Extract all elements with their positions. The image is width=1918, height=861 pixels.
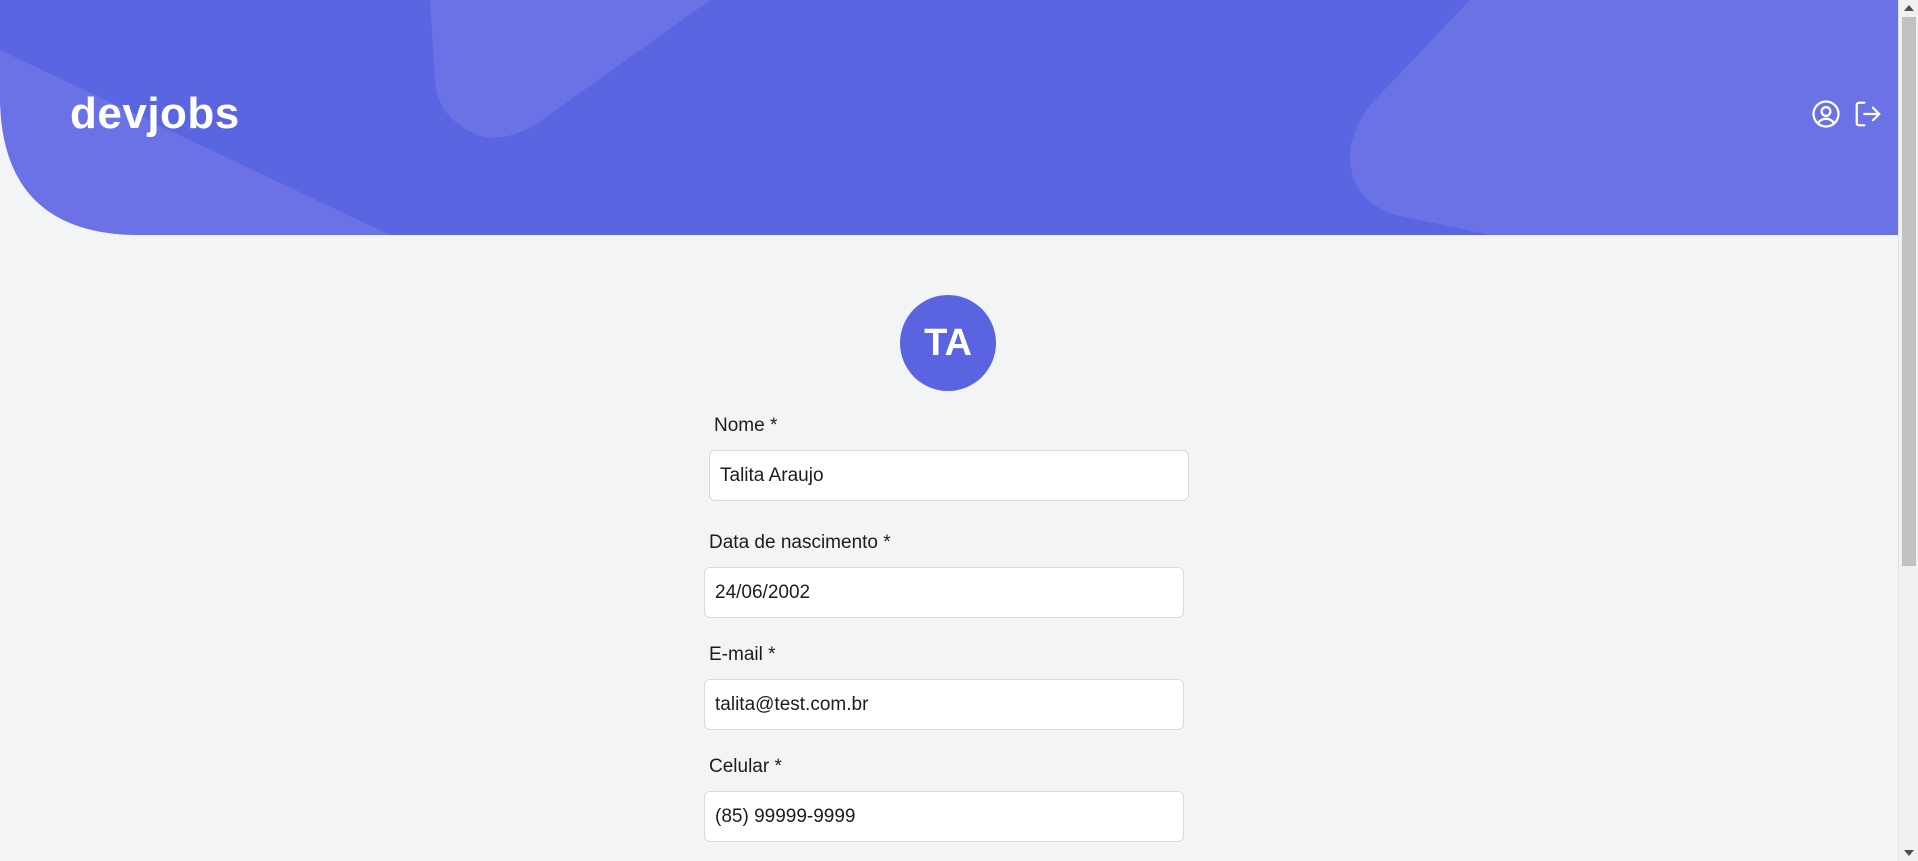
user-circle-icon[interactable] [1810, 98, 1842, 130]
header: devjobs [0, 0, 1898, 235]
email-field[interactable] [704, 679, 1184, 730]
scroll-up-icon[interactable] [1904, 5, 1914, 11]
avatar: TA [900, 295, 996, 391]
page: devjobs TA Nome * Data de nascimento * [0, 0, 1918, 861]
birthdate-field[interactable] [704, 567, 1184, 618]
header-background [0, 0, 1898, 235]
logo[interactable]: devjobs [70, 86, 240, 142]
scroll-down-icon[interactable] [1904, 850, 1914, 856]
birthdate-label: Data de nascimento * [709, 532, 891, 553]
name-label: Nome * [714, 415, 778, 436]
logout-icon[interactable] [1852, 98, 1884, 130]
scrollbar-thumb[interactable] [1902, 17, 1916, 566]
scrollbar[interactable] [1898, 0, 1918, 861]
header-actions [1810, 98, 1884, 130]
phone-field[interactable] [704, 791, 1184, 842]
name-field[interactable] [709, 450, 1189, 501]
email-label: E-mail * [709, 644, 776, 665]
phone-label: Celular * [709, 756, 782, 777]
